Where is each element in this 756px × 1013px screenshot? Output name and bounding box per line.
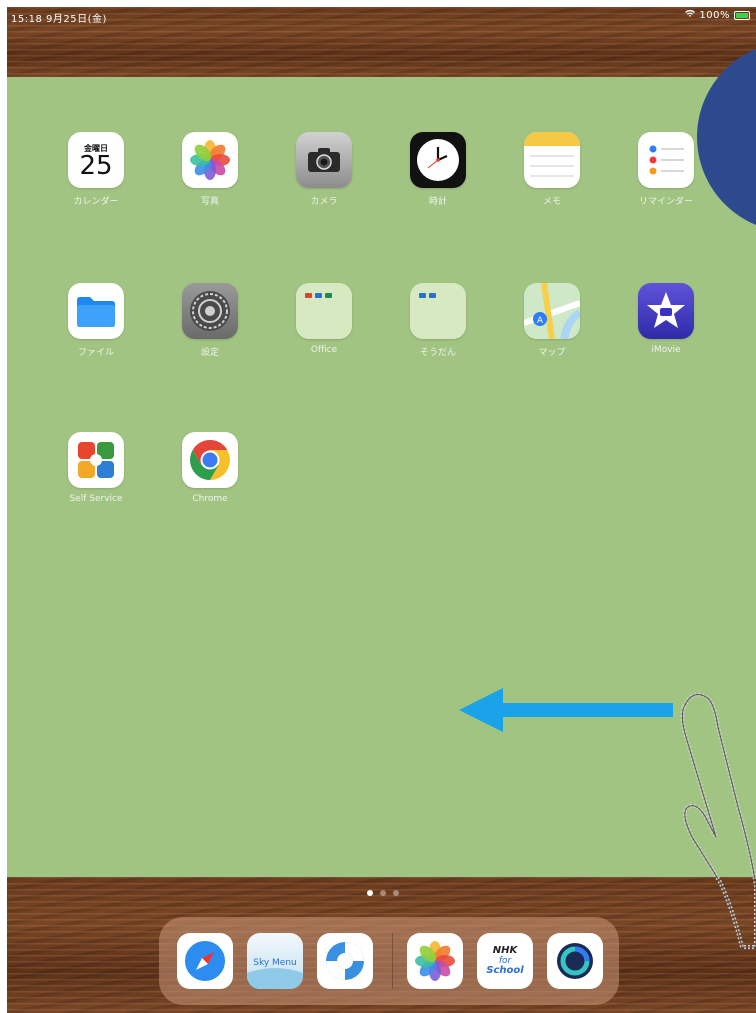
- maps-icon: A: [524, 283, 580, 339]
- page-dot-active[interactable]: [367, 890, 373, 896]
- reminders-icon: [638, 132, 694, 188]
- wifi-icon: [685, 9, 696, 21]
- clock-icon: [410, 132, 466, 188]
- ipad-screen: 15:18 9月25日(金) 100% 金曜日 25 カレンダー 写真 カメラ …: [7, 7, 756, 1013]
- app-imovie[interactable]: iMovie: [630, 283, 702, 355]
- svg-text:A: A: [537, 316, 544, 326]
- lifebuoy-icon[interactable]: [317, 933, 373, 989]
- photos-icon: [182, 132, 238, 188]
- webex-icon[interactable]: [547, 933, 603, 989]
- app-photos[interactable]: 写真: [174, 132, 246, 207]
- app-label: そうだん: [419, 348, 456, 358]
- app-label: Office: [310, 345, 338, 355]
- app-clock[interactable]: 時計: [402, 132, 474, 207]
- notes-icon: [524, 132, 580, 188]
- app-calendar[interactable]: 金曜日 25 カレンダー: [60, 132, 132, 207]
- app-label: カメラ: [310, 197, 338, 207]
- nhk-text: NHK: [492, 945, 518, 956]
- page-dot[interactable]: [393, 890, 399, 896]
- status-bar: 15:18 9月25日(金) 100%: [7, 7, 756, 25]
- app-label: ファイル: [77, 348, 114, 358]
- sky-menu-icon[interactable]: Sky Menu: [247, 933, 303, 989]
- app-label: 写真: [200, 197, 219, 207]
- self-service-icon: [68, 432, 124, 488]
- folder-soudan[interactable]: そうだん: [402, 283, 474, 358]
- dock-divider: [392, 933, 393, 989]
- app-files[interactable]: ファイル: [60, 283, 132, 358]
- app-label: リマインダー: [638, 197, 693, 207]
- page-dot[interactable]: [380, 890, 386, 896]
- app-chrome[interactable]: Chrome: [174, 432, 246, 504]
- app-label: 設定: [200, 348, 219, 358]
- page-indicator[interactable]: [367, 890, 399, 896]
- calendar-icon: 金曜日 25: [68, 132, 124, 188]
- chrome-icon: [182, 432, 238, 488]
- app-label: マップ: [538, 348, 566, 358]
- app-reminders[interactable]: リマインダー: [630, 132, 702, 207]
- app-label: Self Service: [69, 494, 123, 504]
- app-settings[interactable]: 設定: [174, 283, 246, 358]
- nhk-for-school-icon[interactable]: NHK for School: [477, 933, 533, 989]
- photos-icon[interactable]: [407, 933, 463, 989]
- app-label: メモ: [542, 197, 561, 207]
- sky-menu-text: Sky Menu: [253, 958, 297, 968]
- app-self-service[interactable]: Self Service: [60, 432, 132, 504]
- settings-gear-icon: [182, 283, 238, 339]
- status-time-date: 15:18 9月25日(金): [11, 14, 107, 25]
- battery-icon: [734, 11, 750, 20]
- hand-pointer-icon: [662, 687, 756, 961]
- app-label: 時計: [428, 197, 447, 207]
- app-notes[interactable]: メモ: [516, 132, 588, 207]
- folder-icon: [410, 283, 466, 339]
- status-right: 100%: [685, 9, 750, 21]
- battery-percent: 100%: [699, 10, 730, 21]
- app-label: カレンダー: [73, 197, 119, 207]
- imovie-star-icon: [638, 283, 694, 339]
- dock: Sky Menu NHK for School: [159, 917, 619, 1005]
- app-maps[interactable]: A マップ: [516, 283, 588, 358]
- swipe-left-arrow: [459, 688, 679, 736]
- folder-office[interactable]: Office: [288, 283, 360, 355]
- app-label: iMovie: [651, 345, 681, 355]
- files-icon: [68, 283, 124, 339]
- app-label: Chrome: [192, 494, 228, 504]
- app-camera[interactable]: カメラ: [288, 132, 360, 207]
- nhk-school-text: School: [486, 965, 524, 976]
- folder-icon: [296, 283, 352, 339]
- camera-icon: [296, 132, 352, 188]
- safari-icon[interactable]: [177, 933, 233, 989]
- calendar-day: 25: [79, 151, 113, 181]
